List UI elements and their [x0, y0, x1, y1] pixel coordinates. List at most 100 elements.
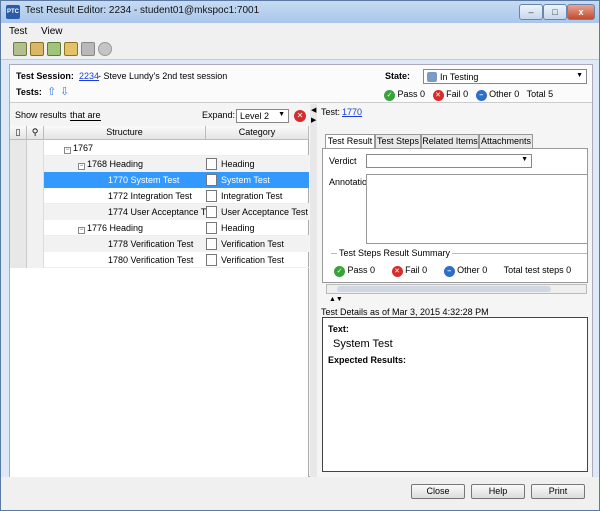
- save-icon[interactable]: [13, 42, 27, 56]
- tree-node: −1768 Heading: [78, 159, 143, 170]
- tab-related-items[interactable]: Related Items: [421, 134, 479, 148]
- row-stub: [27, 188, 44, 204]
- state-label: State:: [385, 71, 411, 81]
- session-counts: ✓ Pass 0 ✕ Fail 0 – Other 0 Total 5: [384, 89, 553, 101]
- row-stub: [10, 140, 27, 156]
- total-count: 5: [548, 89, 554, 99]
- close-window-button[interactable]: x: [567, 4, 595, 20]
- col-link[interactable]: ⚲: [27, 126, 44, 140]
- category-label: Integration Test: [221, 191, 283, 201]
- verdict-label: Verdict: [329, 156, 357, 166]
- text-label: Text:: [328, 324, 349, 334]
- pass-label: Pass: [397, 89, 418, 99]
- move-down-icon[interactable]: ⇩: [60, 85, 69, 98]
- close-button[interactable]: Close: [411, 484, 465, 499]
- col-flag[interactable]: ▯: [10, 126, 27, 140]
- category-label: Verification Test: [221, 255, 284, 265]
- collapse-icon[interactable]: −: [78, 227, 85, 234]
- show-results-label: Show results: [15, 110, 67, 120]
- paste-icon[interactable]: [64, 42, 78, 56]
- test-details-box: Text: System Test Expected Results:: [322, 317, 588, 472]
- tree-row-selected[interactable]: 1770 System Test System Test: [10, 172, 309, 188]
- tab-attachments[interactable]: Attachments: [479, 134, 533, 148]
- row-stub: [10, 252, 27, 268]
- system-test-icon: [206, 174, 217, 186]
- tree-row-main: −1768 Heading Heading: [44, 156, 309, 172]
- test-result-editor-window: PTC Test Result Editor: 2234 - student01…: [0, 0, 600, 511]
- row-stub: [10, 220, 27, 236]
- fail-label: Fail: [446, 89, 461, 99]
- node-label: 1767: [73, 143, 94, 153]
- node-label: 1768 Heading: [87, 159, 144, 169]
- scrollbar-thumb[interactable]: [337, 286, 551, 292]
- collapse-left-icon[interactable]: ◀: [311, 106, 316, 114]
- horizontal-scrollbar[interactable]: [326, 284, 587, 294]
- minimize-button[interactable]: –: [519, 4, 543, 20]
- pass-label: Pass: [347, 265, 368, 275]
- test-steps-summary: Test Steps Result Summary ✓ Pass 0 ✕ Fai…: [331, 248, 587, 279]
- pass-icon: ✓: [384, 90, 395, 101]
- maximize-button[interactable]: □: [543, 4, 567, 20]
- clear-filter-button[interactable]: ✕: [294, 110, 306, 122]
- tree-row[interactable]: −1776 Heading Heading: [10, 220, 309, 236]
- node-label: 1774 User Acceptance T…: [108, 207, 216, 217]
- menu-bar: Test View: [1, 23, 599, 40]
- test-detail-panel: Test: 1770 Test Result Test Steps Relate…: [317, 104, 592, 477]
- session-link[interactable]: 2234: [79, 71, 99, 81]
- splitter-arrows-icon[interactable]: ▲▼: [329, 296, 343, 303]
- row-stub: [10, 204, 27, 220]
- expand-level-select[interactable]: Level 2 ▼: [236, 109, 289, 123]
- col-category[interactable]: Category: [206, 126, 309, 140]
- collapse-icon[interactable]: −: [78, 163, 85, 170]
- session-label: Test Session:: [16, 71, 74, 81]
- verdict-select[interactable]: ▼: [366, 154, 532, 168]
- other-icon: –: [475, 90, 487, 101]
- tree-row[interactable]: −1767: [10, 140, 309, 156]
- tree-row[interactable]: 1774 User Acceptance T… User Acceptance …: [10, 204, 309, 220]
- panel-splitter[interactable]: ◀ ▶: [310, 104, 317, 477]
- tree-row[interactable]: 1772 Integration Test Integration Test: [10, 188, 309, 204]
- state-select[interactable]: In Testing ▼: [423, 69, 587, 84]
- expand-right-icon[interactable]: ▶: [311, 116, 316, 124]
- expected-results-label: Expected Results:: [328, 355, 407, 365]
- open-icon[interactable]: [30, 42, 44, 56]
- tree-row[interactable]: −1768 Heading Heading: [10, 156, 309, 172]
- annotation-textarea[interactable]: [366, 174, 588, 244]
- other-label: Other: [489, 89, 512, 99]
- menu-view[interactable]: View: [41, 26, 63, 37]
- collapse-icon[interactable]: −: [64, 147, 71, 154]
- tab-test-steps[interactable]: Test Steps: [375, 134, 421, 148]
- editor-content: Test Session: 2234 - Steve Lundy's 2nd t…: [9, 64, 593, 477]
- result-filter-dropdown[interactable]: that are: [70, 110, 101, 121]
- add-icon[interactable]: [47, 42, 61, 56]
- total-count: 0: [566, 265, 572, 275]
- print-button[interactable]: Print: [531, 484, 585, 499]
- category-label: User Acceptance Test: [221, 207, 308, 217]
- heading-icon: [206, 158, 217, 170]
- help-button[interactable]: Help: [471, 484, 525, 499]
- other-count: 0: [514, 89, 520, 99]
- other-icon: –: [443, 266, 455, 277]
- pass-count: 0: [370, 265, 376, 275]
- menu-test[interactable]: Test: [9, 26, 27, 37]
- row-stub: [27, 204, 44, 220]
- verification-test-icon: [206, 238, 217, 250]
- row-stub: [27, 220, 44, 236]
- total-label: Total: [526, 89, 546, 99]
- tree-row[interactable]: 1778 Verification Test Verification Test: [10, 236, 309, 252]
- node-label: 1776 Heading: [87, 223, 144, 233]
- undo-icon[interactable]: [98, 42, 112, 56]
- test-link[interactable]: 1770: [342, 107, 362, 117]
- category-label: System Test: [221, 175, 270, 185]
- state-value: In Testing: [440, 72, 479, 82]
- expand-label: Expand:: [202, 110, 236, 120]
- tab-test-result[interactable]: Test Result: [325, 134, 375, 149]
- tree-row[interactable]: 1780 Verification Test Verification Test: [10, 252, 309, 268]
- fail-icon: ✕: [391, 266, 403, 277]
- fail-icon: ✕: [432, 90, 444, 101]
- col-structure[interactable]: Structure: [44, 126, 206, 140]
- node-label: 1770 System Test: [108, 175, 180, 185]
- expand-level-value: Level 2: [240, 111, 270, 121]
- title-bar[interactable]: PTC Test Result Editor: 2234 - student01…: [1, 1, 599, 23]
- move-up-icon[interactable]: ⇧: [47, 85, 56, 98]
